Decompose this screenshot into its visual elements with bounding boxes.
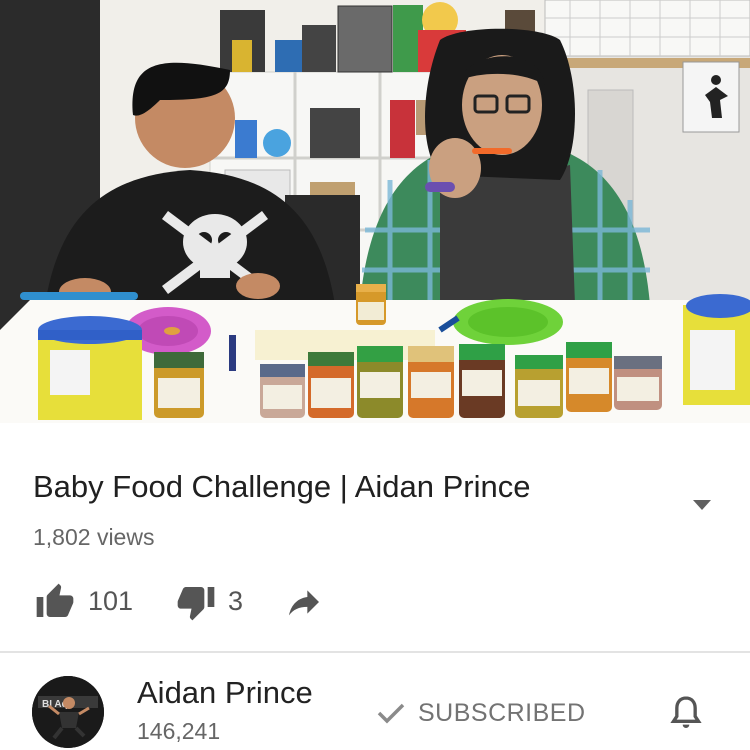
share-button[interactable] xyxy=(280,579,330,625)
video-title: Baby Food Challenge | Aidan Prince xyxy=(33,469,531,504)
video-info: Baby Food Challenge | Aidan Prince 1,802… xyxy=(0,423,750,651)
like-button[interactable]: 101 xyxy=(30,579,140,625)
video-player[interactable] xyxy=(0,0,750,423)
channel-avatar-image: BI Aq xyxy=(32,676,104,748)
notification-bell-button[interactable] xyxy=(666,693,706,733)
video-frame-image xyxy=(0,0,750,423)
thumbs-down-icon xyxy=(177,587,215,621)
checkmark-icon xyxy=(377,703,405,724)
channel-avatar[interactable]: BI Aq xyxy=(32,676,104,748)
subscriber-count: 146,241 xyxy=(137,718,221,744)
subscribed-label: SUBSCRIBED xyxy=(418,698,586,727)
dislike-count: 3 xyxy=(228,586,244,616)
channel-name[interactable]: Aidan Prince xyxy=(137,675,313,711)
like-count: 101 xyxy=(88,586,134,616)
subscribed-button[interactable]: SUBSCRIBED xyxy=(376,693,586,733)
share-arrow-icon xyxy=(289,590,319,616)
dislike-button[interactable]: 3 xyxy=(173,579,263,625)
thumbs-up-icon xyxy=(36,583,74,617)
notification-bell-icon xyxy=(670,696,702,728)
expand-description-icon[interactable] xyxy=(686,493,718,517)
view-count: 1,802 views xyxy=(33,524,155,550)
channel-row: BI Aq Aidan Prince 146,241 SUBSCRIBED xyxy=(0,653,750,750)
